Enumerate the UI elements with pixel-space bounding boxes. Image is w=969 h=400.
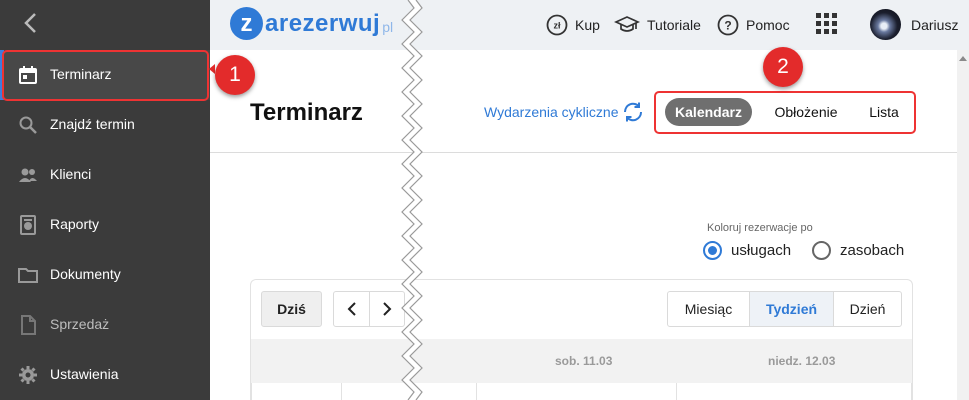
color-by-label: Koloruj rezerwacje po <box>707 222 813 234</box>
calendar-grid-row <box>251 383 912 400</box>
buy-label: Kup <box>575 17 600 33</box>
help-icon: ? <box>717 14 739 36</box>
document-icon <box>21 315 36 335</box>
currency-icon: zł <box>546 14 568 36</box>
folder-icon <box>18 268 38 283</box>
header-divider <box>210 152 957 153</box>
app-root: Terminarz Znajdź termin Klienci Raporty … <box>0 0 969 400</box>
cyclic-events-link[interactable]: Wydarzenia cykliczne <box>484 104 618 120</box>
sidebar-item-label: Dokumenty <box>50 266 121 282</box>
highlight-box-1 <box>2 50 209 101</box>
people-icon <box>19 168 37 182</box>
search-icon <box>19 116 37 134</box>
gear-icon <box>19 366 37 384</box>
today-button[interactable]: Dziś <box>261 291 322 327</box>
refresh-icon[interactable] <box>621 100 645 124</box>
day-header-sun: niedz. 12.03 <box>768 354 836 368</box>
radio-zasobach[interactable] <box>812 241 831 260</box>
sidebar-item-sprzedaz[interactable]: Sprzedaż <box>0 300 210 350</box>
logo-badge: z <box>230 7 263 40</box>
graduation-cap-icon <box>614 16 640 32</box>
chevron-left-icon <box>347 302 356 316</box>
logo[interactable]: z arezerwuj pl <box>230 7 393 40</box>
user-name[interactable]: Dariusz <box>911 17 958 33</box>
sidebar-item-label: Raporty <box>50 216 100 232</box>
highlight-box-2 <box>654 91 916 134</box>
avatar[interactable] <box>870 9 901 40</box>
logo-text: arezerwuj <box>265 9 381 37</box>
buy-button[interactable]: zł Kup <box>546 14 600 36</box>
scroll-up-arrow-icon[interactable] <box>959 56 967 61</box>
svg-text:?: ? <box>724 19 731 33</box>
annotation-badge-2: 2 <box>763 47 803 87</box>
sidebar-item-raporty[interactable]: Raporty <box>0 200 210 250</box>
annotation-badge-1: 1 <box>215 55 255 95</box>
back-chevron-icon[interactable] <box>18 10 42 36</box>
logo-suffix: pl <box>382 18 394 35</box>
view-month[interactable]: Miesiąc <box>668 292 750 326</box>
apps-grid-icon[interactable] <box>816 13 838 35</box>
top-bar: z arezerwuj pl zł Kup Tutoriale ? Pomoc … <box>210 0 969 50</box>
sidebar-item-znajdz-termin[interactable]: Znajdź termin <box>0 100 210 150</box>
grid-cell[interactable] <box>677 383 912 400</box>
help-button[interactable]: ? Pomoc <box>717 14 790 36</box>
grid-cell[interactable] <box>477 383 677 400</box>
calendar-view-switch: Miesiąc Tydzień Dzień <box>667 291 902 327</box>
sidebar-item-label: Klienci <box>50 166 92 182</box>
day-header-row: sob. 11.03 niedz. 12.03 <box>251 339 912 383</box>
tutorials-label: Tutoriale <box>647 17 701 33</box>
chevron-right-icon <box>383 302 392 316</box>
day-header-sat: sob. 11.03 <box>555 354 613 368</box>
help-label: Pomoc <box>746 17 790 33</box>
page-title: Terminarz <box>250 99 363 126</box>
sidebar-item-ustawienia[interactable]: Ustawienia <box>0 350 210 400</box>
svg-text:zł: zł <box>553 21 561 31</box>
view-day[interactable]: Dzień <box>834 292 901 326</box>
radio-uslugach[interactable] <box>703 241 722 260</box>
grid-cell[interactable] <box>251 383 342 400</box>
radio-uslugach-label[interactable]: usługach <box>731 242 791 259</box>
tutorials-button[interactable]: Tutoriale <box>614 14 701 36</box>
scrollbar[interactable] <box>957 50 969 400</box>
sidebar-item-label: Znajdź termin <box>50 116 135 132</box>
sidebar-item-label: Ustawienia <box>50 366 119 382</box>
sidebar-item-label: Sprzedaż <box>50 316 110 332</box>
prev-button[interactable] <box>333 291 370 327</box>
sidebar-item-klienci[interactable]: Klienci <box>0 150 210 200</box>
radio-zasobach-label[interactable]: zasobach <box>840 242 904 259</box>
screenshot-break-divider <box>401 0 423 400</box>
report-icon <box>20 215 36 235</box>
sidebar-item-dokumenty[interactable]: Dokumenty <box>0 250 210 300</box>
view-week[interactable]: Tydzień <box>750 292 834 326</box>
